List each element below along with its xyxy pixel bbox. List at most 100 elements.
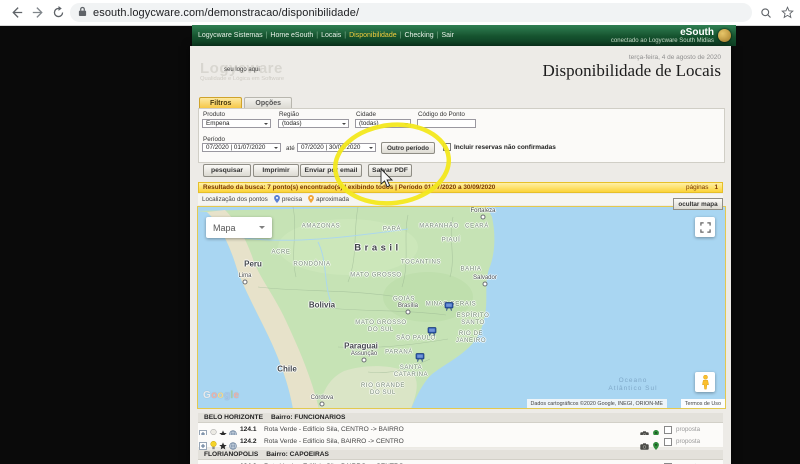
periodo-de-select[interactable]: 07/2020 | 01/07/2020 — [202, 143, 281, 152]
enviar-por-email-button[interactable]: Enviar por email — [300, 164, 362, 177]
map-label-cordova: Córdova — [311, 395, 334, 401]
map-label-rio-de-janeiro: RIO DEJANEIRO — [456, 331, 486, 345]
map-type-label: Mapa — [213, 223, 236, 233]
row-code: 124.2 — [240, 438, 257, 445]
browser-chrome: esouth.logycware.com/demonstracao/dispon… — [0, 0, 800, 26]
nav-separator: | — [400, 32, 402, 39]
outro-periodo-button[interactable]: Outro período — [381, 142, 435, 154]
approx-pin-icon — [308, 195, 314, 205]
search-icon[interactable] — [757, 4, 774, 21]
page-panel: Logycware seu logo aqui Qualidade e Lógi… — [190, 46, 731, 464]
map-label-chile: Chile — [277, 365, 297, 374]
logo-tagline: Qualidade e Lógica em Software — [200, 76, 284, 82]
regiao-select[interactable]: (todas) — [278, 119, 349, 128]
periodo-ate-select[interactable]: 07/2020 | 30/09/2020 — [297, 143, 376, 152]
row-code: 124.1 — [240, 426, 257, 433]
map-label-piaui: PIAUÍ — [442, 238, 461, 245]
nav-separator: | — [266, 32, 268, 39]
ate-label: até — [286, 145, 295, 152]
proposta-checkbox[interactable] — [664, 426, 672, 434]
map-label-salvador: Salvador — [473, 275, 497, 281]
pegman-control[interactable] — [695, 372, 715, 392]
screen: esouth.logycware.com/demonstracao/dispon… — [0, 0, 800, 464]
pages-indicator: páginas1 — [686, 184, 718, 191]
map-label-peru: Peru — [244, 260, 262, 269]
row-description: Rota Verde - Edifício Sila, BAIRRO -> CE… — [264, 438, 404, 445]
page-date: terça-feira, 4 de agosto de 2020 — [629, 54, 721, 61]
map-type-control[interactable]: Mapa — [206, 217, 272, 238]
result-summary: Resultado da busca: 7 ponto(s) encontrad… — [203, 184, 495, 191]
map-label-lima: Lima — [238, 273, 251, 279]
incluir-reservas-checkbox[interactable] — [443, 143, 451, 151]
brand-box: eSouth conectado ao Logycware South Midi… — [611, 27, 736, 45]
legend-title: Localização dos pontos — [202, 196, 268, 203]
map-label-maranhao: MARANHÃO — [419, 224, 458, 231]
brand-subtitle: conectado ao Logycware South Midias — [611, 38, 714, 45]
legend-aproximada: aproximada — [316, 196, 349, 203]
nav-menu: Logycware Sistemas|Home eSouth|Locais|Di… — [192, 32, 454, 39]
map-label-bahia: BAHIA — [460, 267, 481, 274]
forward-icon[interactable] — [30, 4, 47, 21]
result-bar: Resultado da busca: 7 ponto(s) encontrad… — [198, 182, 723, 193]
proposta-label: proposta — [676, 426, 700, 433]
group-header-belo-horizonte: BELO HORIZONTE Bairro: FUNCIONARIOS — [198, 413, 723, 423]
city-dot-icon — [483, 282, 488, 287]
brand-name: eSouth — [611, 27, 714, 38]
group-city: FLORIANOPOLIS — [204, 451, 258, 458]
map-label-espirito-santo: ESPÍRITOSANTO — [457, 313, 490, 327]
map-label-brasilia: Brasília — [398, 303, 418, 309]
proposta-checkbox[interactable] — [664, 438, 672, 446]
ocultar-mapa-button[interactable]: ocultar mapa — [673, 198, 723, 210]
map-marker-billboard-icon[interactable] — [427, 323, 437, 341]
imprimir-button[interactable]: Imprimir — [253, 164, 299, 177]
map-attribution: Dados cartográficos ©2020 Google, INEGI,… — [527, 399, 668, 408]
bookmark-star-icon[interactable] — [779, 4, 796, 21]
salvar-pdf-button[interactable]: Salvar PDF — [368, 164, 412, 177]
proposta-label: proposta — [676, 438, 700, 445]
precise-pin-icon — [274, 195, 280, 205]
nav-item-sair[interactable]: Sair — [441, 32, 453, 39]
terms-link[interactable]: Termos de Uso — [681, 399, 725, 408]
codigo-label: Código do Ponto — [418, 111, 465, 118]
map-marker-billboard-icon[interactable] — [415, 349, 425, 367]
map-label-amazonas: AMAZONAS — [302, 224, 340, 231]
map-label-mato-grosso: MATO GROSSO — [350, 273, 401, 280]
result-row-124-3: 124.3Rota Verde - Edifício Sila, BAIRRO … — [198, 460, 723, 464]
back-icon[interactable] — [8, 4, 25, 21]
group-header-florianopolis: FLORIANOPOLISBairro: CAPOEIRAS — [198, 450, 723, 460]
url-text: esouth.logycware.com/demonstracao/dispon… — [93, 7, 359, 19]
address-bar[interactable]: esouth.logycware.com/demonstracao/dispon… — [70, 3, 752, 22]
group-city: BELO HORIZONTE — [204, 414, 263, 421]
brand-icon — [718, 29, 731, 42]
map-label-para: PARÁ — [383, 227, 401, 234]
fullscreen-button[interactable] — [695, 217, 715, 237]
nav-item-home-esouth[interactable]: Home eSouth — [270, 32, 313, 39]
pesquisar-button[interactable]: pesquisar — [203, 164, 251, 177]
site-window: Logycware Sistemas|Home eSouth|Locais|Di… — [190, 25, 736, 464]
nav-item-logycware-sistemas[interactable]: Logycware Sistemas — [198, 32, 263, 39]
codigo-do-ponto-input[interactable] — [417, 119, 476, 128]
city-dot-icon — [362, 358, 367, 363]
map-label-ceara: CEARÁ — [465, 224, 489, 231]
cidade-select[interactable]: (todas) — [355, 119, 411, 128]
top-navbar: Logycware Sistemas|Home eSouth|Locais|Di… — [192, 25, 736, 46]
nav-item-locais[interactable]: Locais — [321, 32, 341, 39]
regiao-label: Região — [279, 111, 299, 118]
nav-separator: | — [437, 32, 439, 39]
city-dot-icon — [406, 310, 411, 315]
group-bairro: Bairro: FUNCIONARIOS — [271, 414, 345, 421]
map-label-paraguai: Paraguai — [344, 342, 378, 351]
map-label-bolivia: Bolivia — [309, 301, 335, 310]
map-label-fortaleza: Fortaleza — [470, 208, 495, 214]
refresh-icon[interactable] — [50, 4, 67, 21]
city-dot-icon — [243, 280, 248, 285]
nav-item-disponibilidade[interactable]: Disponibilidade — [349, 32, 396, 39]
map-label-santa-catarina: SANTACATARINA — [394, 365, 428, 379]
map-label-oceano-atlantico-sul: OceanoAtlântico Sul — [608, 377, 657, 393]
map-label-tocantins: TOCANTINS — [401, 260, 441, 267]
map-marker-billboard-icon[interactable] — [444, 298, 454, 316]
periodo-label: Período — [203, 136, 225, 143]
map-canvas[interactable]: Mapa Google Dados cartográficos ©2020 Go… — [197, 206, 726, 409]
produto-select[interactable]: Empena — [202, 119, 271, 128]
nav-item-checking[interactable]: Checking — [404, 32, 433, 39]
